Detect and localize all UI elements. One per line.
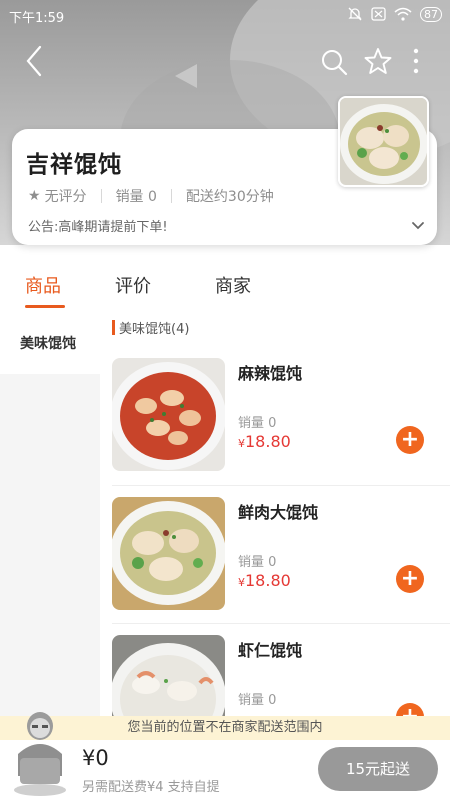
star-outline-icon (364, 48, 392, 74)
add-to-cart-button[interactable]: + (396, 565, 424, 593)
favorite-button[interactable] (364, 47, 392, 79)
currency-symbol: ¥ (238, 437, 245, 450)
product-price: ¥18.80 (238, 571, 291, 590)
divider (100, 189, 102, 203)
cart-button[interactable] (12, 710, 68, 798)
battery-indicator: 87 (420, 6, 442, 22)
notice-expand-button[interactable] (411, 216, 425, 235)
spicy-wonton-image (112, 358, 225, 471)
tab-reviews[interactable]: 评价 (115, 272, 151, 298)
product-sales: 销量 0 (238, 416, 277, 431)
section-marker (112, 320, 115, 335)
product-image (112, 497, 225, 610)
category-item[interactable]: 美味馄饨 (0, 318, 100, 374)
more-vertical-icon (413, 48, 419, 74)
price-value: 18.80 (245, 571, 291, 590)
tab-merchant[interactable]: 商家 (215, 272, 251, 298)
divider (112, 623, 450, 624)
active-tab-indicator (25, 305, 65, 308)
section-header: 美味馄饨(4) (112, 318, 189, 337)
tab-products[interactable]: 商品 (25, 272, 61, 298)
status-bar: 下午1:59 87 (0, 0, 450, 32)
shop-notice: 公告:高峰期请提前下单! (28, 220, 168, 235)
search-icon (322, 50, 348, 76)
shop-sales: 销量 0 (115, 189, 157, 205)
product-item[interactable]: 鲜肉大馄饨 销量 0 ¥18.80 + (100, 497, 450, 635)
cart-total: ¥0 (82, 746, 109, 770)
checkout-button[interactable]: 15元起送 (318, 747, 438, 791)
chevron-left-icon (26, 45, 42, 77)
currency-symbol: ¥ (238, 576, 245, 589)
product-sales: 销量 0 (238, 555, 277, 570)
price-value: 18.80 (245, 432, 291, 451)
rating-star-icon: ★ (28, 188, 41, 204)
add-to-cart-button[interactable]: + (396, 426, 424, 454)
divider (170, 189, 172, 203)
status-time: 下午1:59 (9, 11, 65, 26)
alarm-off-icon (348, 7, 362, 21)
product-name: 虾仁馄饨 (238, 641, 303, 660)
section-title: 美味馄饨(4) (119, 322, 190, 337)
product-item[interactable]: 麻辣馄饨 销量 0 ¥18.80 + (100, 358, 450, 496)
cart-mascot-icon (14, 712, 66, 796)
shop-delivery-time: 配送约30分钟 (185, 189, 274, 205)
product-price: ¥18.80 (238, 432, 291, 451)
pork-wonton-image (112, 497, 225, 610)
category-sidebar: 美味馄饨 (0, 318, 100, 718)
product-name: 麻辣馄饨 (238, 364, 303, 383)
tab-bar: 商品 评价 商家 (0, 262, 450, 308)
banner-shape (175, 64, 197, 88)
chevron-down-icon (412, 222, 424, 230)
back-button[interactable] (22, 44, 48, 78)
shop-name: 吉祥馄饨 (26, 152, 122, 178)
product-sales: 销量 0 (238, 693, 277, 708)
category-label: 美味馄饨 (20, 336, 76, 352)
wifi-icon (394, 7, 412, 21)
more-button[interactable] (411, 47, 421, 79)
shop-stats: ★ 无评分 销量 0 配送约30分钟 (28, 186, 274, 206)
product-name: 鲜肉大馄饨 (238, 503, 319, 522)
sim-card-icon (371, 7, 386, 21)
cart-bar: ¥0 另需配送费¥4 支持自提 15元起送 (0, 712, 450, 800)
product-image (112, 358, 225, 471)
shop-rating: 无评分 (44, 189, 87, 205)
delivery-fee-note: 另需配送费¥4 支持自提 (82, 780, 220, 795)
search-button[interactable] (320, 48, 348, 80)
wonton-soup-image (340, 98, 427, 185)
shop-logo (338, 96, 429, 187)
divider (112, 485, 450, 486)
status-icons: 87 (347, 6, 442, 22)
